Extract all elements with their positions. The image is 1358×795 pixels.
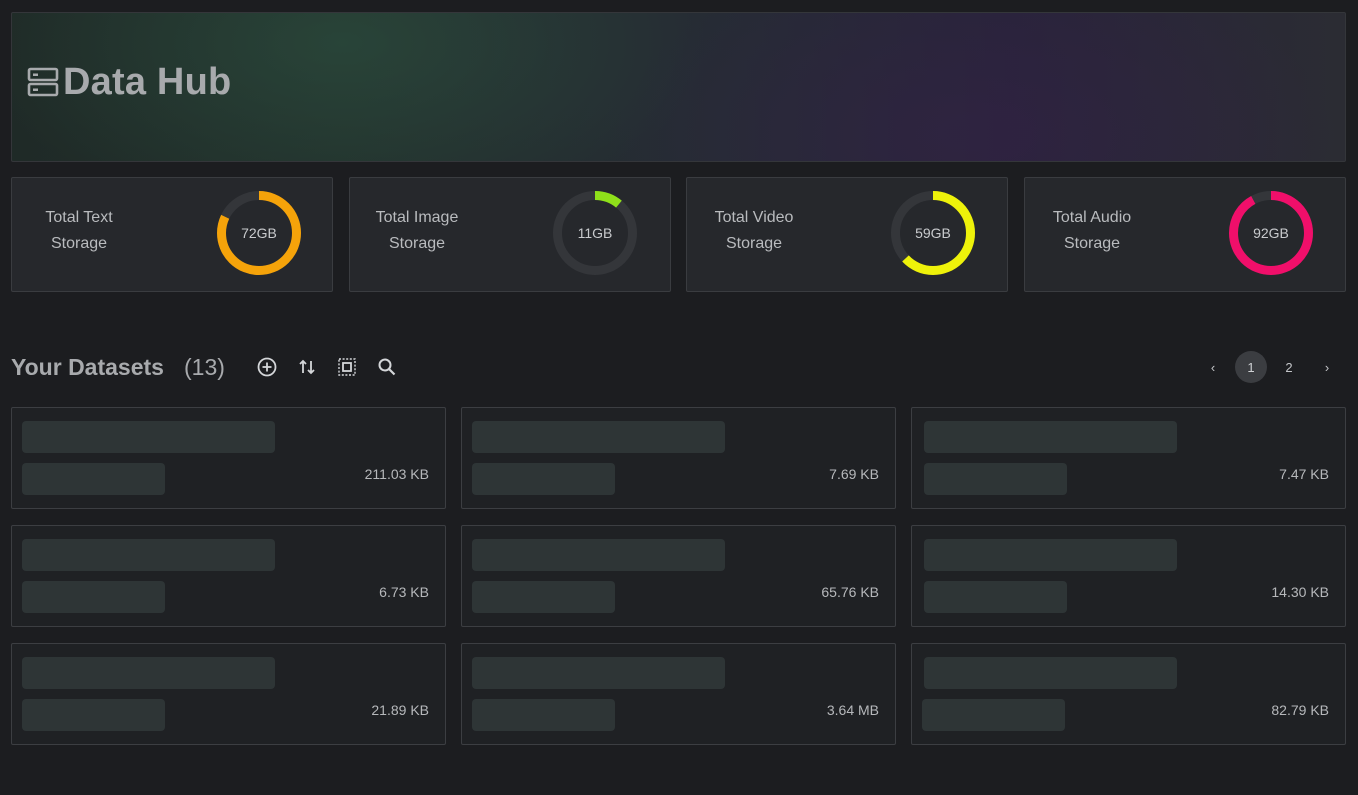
dataset-meta-placeholder	[22, 581, 165, 613]
dataset-name-placeholder	[472, 657, 725, 689]
dataset-card[interactable]: 211.03 KB	[11, 407, 446, 509]
stat-card-video: Total Video Storage 59GB	[686, 177, 1008, 292]
stat-label-line1: Total Audio	[1052, 209, 1132, 226]
stat-value: 92GB	[1253, 225, 1289, 241]
dataset-size: 6.73 KB	[379, 584, 429, 600]
stat-label: Total Text Storage	[24, 205, 134, 257]
stat-label: Total Audio Storage	[1037, 205, 1147, 257]
dataset-meta-placeholder	[924, 581, 1067, 613]
stat-label-line1: Total Image	[375, 209, 459, 226]
pagination-next[interactable]: ›	[1311, 351, 1343, 383]
dataset-card[interactable]: 6.73 KB	[11, 525, 446, 627]
dataset-name-placeholder	[22, 657, 275, 689]
dataset-name-placeholder	[472, 421, 725, 453]
dataset-meta-placeholder	[22, 463, 165, 495]
dataset-meta-placeholder	[472, 463, 615, 495]
select-all-icon[interactable]	[335, 355, 359, 379]
stat-card-audio: Total Audio Storage 92GB	[1024, 177, 1346, 292]
hero-title-group: Data Hub	[27, 61, 231, 104]
stat-label-line1: Total Text	[45, 209, 113, 226]
stat-label: Total Video Storage	[699, 205, 809, 257]
dataset-meta-placeholder	[472, 699, 615, 731]
stat-label-line2: Storage	[1063, 235, 1121, 252]
page-title: Data Hub	[63, 60, 232, 103]
pagination-prev[interactable]: ‹	[1197, 351, 1229, 383]
dataset-card[interactable]: 82.79 KB	[911, 643, 1346, 745]
dataset-meta-placeholder	[472, 581, 615, 613]
storage-stats: Total Text Storage 72GB Total Image Stor…	[11, 177, 1346, 292]
stat-label-line2: Storage	[388, 235, 446, 252]
dataset-meta-placeholder	[22, 699, 165, 731]
dataset-name-placeholder	[472, 539, 725, 571]
stat-label: Total Image Storage	[362, 205, 472, 257]
server-storage-icon	[27, 66, 59, 98]
stat-value: 11GB	[577, 225, 613, 241]
dataset-card[interactable]: 7.47 KB	[911, 407, 1346, 509]
dataset-size: 82.79 KB	[1271, 702, 1329, 718]
dataset-size: 7.69 KB	[829, 466, 879, 482]
stat-value: 72GB	[241, 225, 277, 241]
sort-arrows-icon[interactable]	[295, 355, 319, 379]
dataset-size: 14.30 KB	[1271, 584, 1329, 600]
dataset-card[interactable]: 65.76 KB	[461, 525, 896, 627]
dataset-name-placeholder	[924, 657, 1177, 689]
datasets-header: Your Datasets (13) ‹ 1 2 ›	[11, 348, 1346, 386]
stat-label-line1: Total Video	[714, 209, 794, 226]
dataset-size: 21.89 KB	[371, 702, 429, 718]
stat-card-text: Total Text Storage 72GB	[11, 177, 333, 292]
dataset-meta-placeholder	[924, 463, 1067, 495]
pagination-page-1[interactable]: 1	[1235, 351, 1267, 383]
dataset-card[interactable]: 14.30 KB	[911, 525, 1346, 627]
search-icon[interactable]	[375, 355, 399, 379]
dataset-card[interactable]: 7.69 KB	[461, 407, 896, 509]
dataset-name-placeholder	[924, 539, 1177, 571]
dataset-name-placeholder	[924, 421, 1177, 453]
hero-banner: Data Hub	[11, 12, 1346, 162]
stat-card-image: Total Image Storage 11GB	[349, 177, 671, 292]
stat-value: 59GB	[915, 225, 951, 241]
dataset-size: 7.47 KB	[1279, 466, 1329, 482]
datasets-count: (13)	[184, 354, 225, 380]
pagination-page-2[interactable]: 2	[1273, 351, 1305, 383]
dataset-size: 3.64 MB	[826, 702, 879, 718]
datasets-title: Your Datasets	[11, 354, 164, 380]
dataset-name-placeholder	[22, 539, 275, 571]
dataset-card[interactable]: 21.89 KB	[11, 643, 446, 745]
stat-label-line2: Storage	[50, 235, 108, 252]
dataset-name-placeholder	[22, 421, 275, 453]
dataset-size: 65.76 KB	[821, 584, 879, 600]
stat-label-line2: Storage	[725, 235, 783, 252]
dataset-card[interactable]: 3.64 MB	[461, 643, 896, 745]
add-circle-icon[interactable]	[255, 355, 279, 379]
dataset-meta-placeholder	[922, 699, 1065, 731]
dataset-size: 211.03 KB	[364, 466, 429, 482]
